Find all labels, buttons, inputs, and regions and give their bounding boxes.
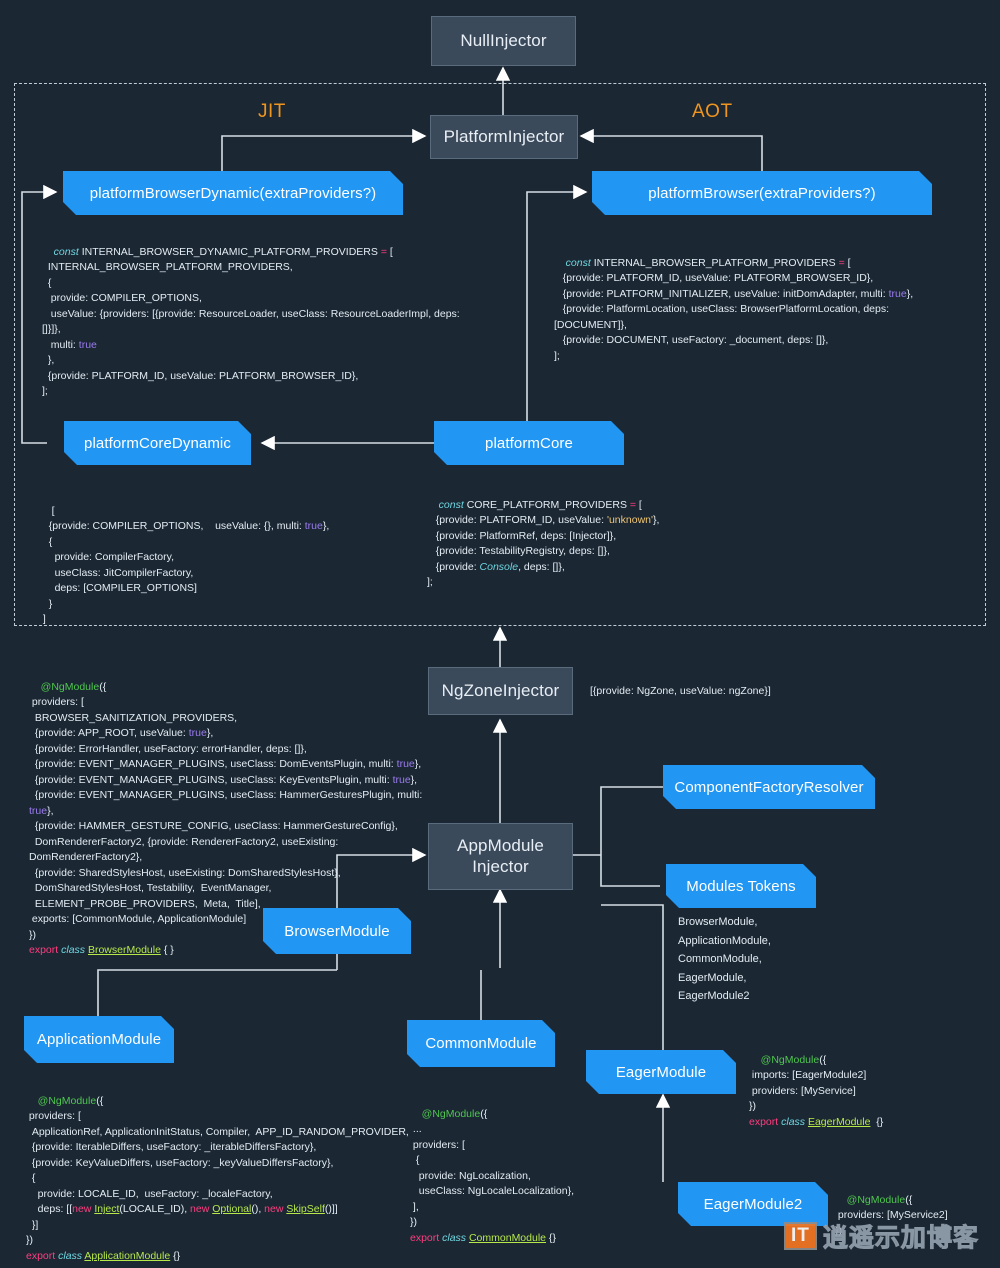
node-null-injector[interactable]: NullInjector xyxy=(431,16,576,66)
node-eager-module[interactable]: EagerModule xyxy=(586,1050,736,1094)
code-core-dynamic-providers: [ {provide: COMPILER_OPTIONS, useValue: … xyxy=(40,488,430,643)
code-text-common-module: @NgModule({ ... providers: [ { provide: … xyxy=(410,1107,575,1244)
note-ngzone-provider: [{provide: NgZone, useValue: ngZone}] xyxy=(590,685,771,697)
code-text-eager-module: @NgModule({ imports: [EagerModule2] prov… xyxy=(749,1053,884,1128)
watermark-badge: IT xyxy=(784,1222,817,1250)
node-application-module[interactable]: ApplicationModule xyxy=(24,1016,174,1063)
node-modules-tokens[interactable]: Modules Tokens xyxy=(666,864,816,908)
code-browser-module-ngmodule: @NgModule({ providers: [ BROWSER_SANITIZ… xyxy=(29,664,434,974)
code-browser-dynamic-providers: const INTERNAL_BROWSER_DYNAMIC_PLATFORM_… xyxy=(42,229,462,415)
node-common-module[interactable]: CommonModule xyxy=(407,1020,555,1067)
diagram-canvas: JIT AOT NullInjector PlatformInjector Ng… xyxy=(0,0,1000,1268)
code-common-module-ngmodule: @NgModule({ ... providers: [ { provide: … xyxy=(410,1091,690,1262)
node-platform-browser[interactable]: platformBrowser(extraProviders?) xyxy=(592,171,932,215)
code-application-module-ngmodule: @NgModule({ providers: [ ApplicationRef,… xyxy=(26,1078,426,1268)
code-text-application-module: @NgModule({ providers: [ ApplicationRef,… xyxy=(26,1094,409,1262)
code-eager-module-ngmodule: @NgModule({ imports: [EagerModule2] prov… xyxy=(749,1037,999,1146)
node-platform-injector[interactable]: PlatformInjector xyxy=(430,115,578,159)
code-text-core-dynamic: [ {provide: COMPILER_OPTIONS, useValue: … xyxy=(42,504,330,626)
region-label-aot: AOT xyxy=(692,101,733,122)
node-platform-core-dynamic[interactable]: platformCoreDynamic xyxy=(64,421,251,465)
node-platform-core[interactable]: platformCore xyxy=(434,421,624,465)
modules-token-list: BrowserModule, ApplicationModule, Common… xyxy=(678,916,771,1002)
code-browser-providers: const INTERNAL_BROWSER_PLATFORM_PROVIDER… xyxy=(554,240,984,380)
watermark-text: 逍遥示加博客 xyxy=(822,1224,979,1253)
code-text-browser: const INTERNAL_BROWSER_PLATFORM_PROVIDER… xyxy=(554,256,914,362)
node-ngzone-injector[interactable]: NgZoneInjector xyxy=(428,667,573,715)
watermark: IT 逍遥示加博客 xyxy=(784,1218,979,1254)
code-text-browser-dynamic: const INTERNAL_BROWSER_DYNAMIC_PLATFORM_… xyxy=(42,245,460,398)
code-core-providers: const CORE_PLATFORM_PROVIDERS = [ {provi… xyxy=(427,482,807,606)
node-appmodule-injector[interactable]: AppModule Injector xyxy=(428,823,573,890)
region-label-jit: JIT xyxy=(258,101,286,122)
code-text-browser-module: @NgModule({ providers: [ BROWSER_SANITIZ… xyxy=(29,680,423,957)
code-text-core: const CORE_PLATFORM_PROVIDERS = [ {provi… xyxy=(427,498,660,589)
node-component-factory-resolver[interactable]: ComponentFactoryResolver xyxy=(663,765,875,809)
node-platform-browser-dynamic[interactable]: platformBrowserDynamic(extraProviders?) xyxy=(63,171,403,215)
